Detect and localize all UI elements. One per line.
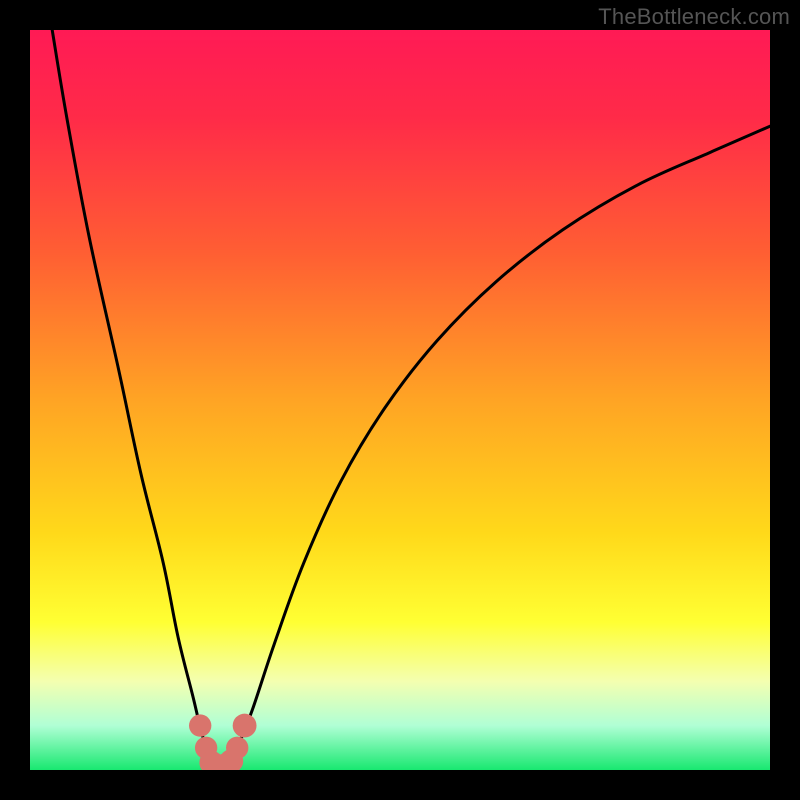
plot-area bbox=[30, 30, 770, 770]
marker-dot bbox=[226, 737, 248, 759]
chart-svg bbox=[30, 30, 770, 770]
watermark-text: TheBottleneck.com bbox=[598, 4, 790, 30]
chart-frame: TheBottleneck.com bbox=[0, 0, 800, 800]
gradient-background bbox=[30, 30, 770, 770]
marker-dot bbox=[233, 714, 257, 738]
marker-dot bbox=[189, 714, 211, 736]
